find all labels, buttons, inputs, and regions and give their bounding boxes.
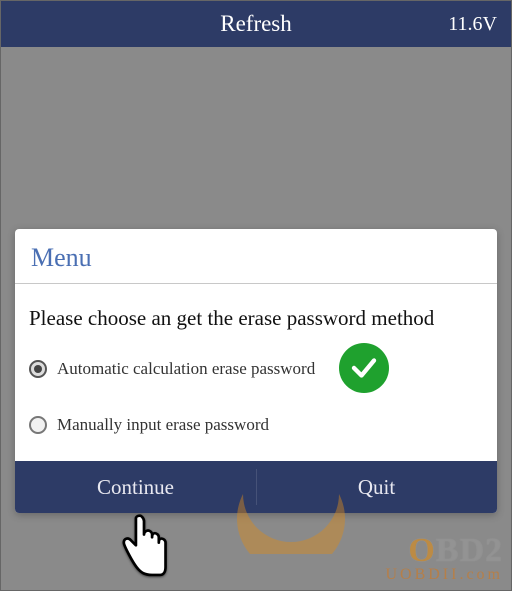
menu-dialog: Menu Please choose an get the erase pass…	[15, 229, 497, 513]
watermark-brand: OBD2	[385, 532, 503, 570]
checkmark-icon	[339, 343, 389, 393]
cursor-hand-icon	[117, 513, 171, 583]
option-manual-label: Manually input erase password	[57, 415, 269, 435]
radio-selected-icon	[29, 360, 47, 378]
top-bar-title[interactable]: Refresh	[220, 11, 292, 37]
watermark: OBD2 UOBDII.com	[385, 532, 503, 584]
option-manual[interactable]: Manually input erase password	[29, 405, 483, 453]
continue-button[interactable]: Continue	[15, 461, 256, 513]
dialog-prompt: Please choose an get the erase password …	[29, 306, 483, 331]
dialog-body: Please choose an get the erase password …	[15, 284, 497, 461]
watermark-url: UOBDII.com	[385, 566, 503, 584]
dialog-title: Menu	[15, 229, 497, 284]
voltage-readout: 11.6V	[448, 1, 497, 47]
radio-unselected-icon	[29, 416, 47, 434]
option-auto[interactable]: Automatic calculation erase password	[29, 349, 483, 405]
top-bar: Refresh 11.6V	[1, 1, 511, 47]
app-screen: Refresh 11.6V Menu Please choose an get …	[0, 0, 512, 591]
option-auto-label: Automatic calculation erase password	[57, 359, 315, 379]
quit-button[interactable]: Quit	[256, 461, 497, 513]
dialog-footer: Continue Quit	[15, 461, 497, 513]
